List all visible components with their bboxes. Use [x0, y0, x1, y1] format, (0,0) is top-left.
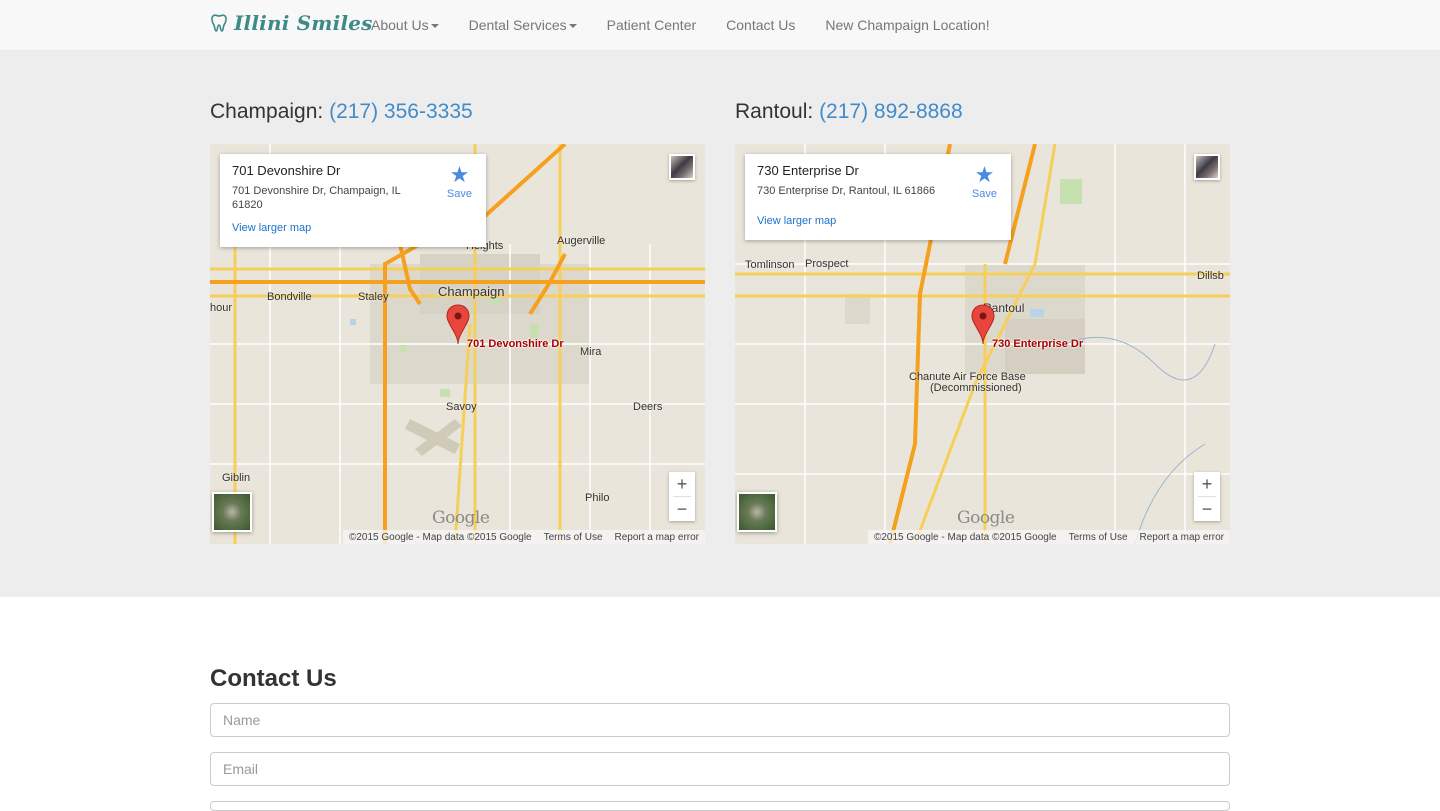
nav-new-location[interactable]: New Champaign Location!	[810, 0, 1004, 50]
street-view-image	[1196, 156, 1218, 178]
google-logo: Google	[432, 508, 490, 528]
map-town-label: Bondville	[267, 291, 312, 303]
map-marker-label: 701 Devonshire Dr	[467, 338, 564, 350]
star-icon: ★	[974, 162, 995, 187]
map-town-label: Prospect	[805, 258, 849, 270]
brand-logo[interactable]: Illini Smiles	[210, 11, 373, 35]
map-copyright: ©2015 Google - Map data ©2015 Google	[348, 531, 532, 543]
map-copyright: ©2015 Google - Map data ©2015 Google	[873, 531, 1057, 543]
champaign-info-card: 701 Devonshire Dr 701 Devonshire Dr, Cha…	[220, 154, 486, 247]
rantoul-info-card: 730 Enterprise Dr 730 Enterprise Dr, Ran…	[745, 154, 1011, 240]
map-marker-label: 730 Enterprise Dr	[992, 338, 1084, 350]
star-icon: ★	[449, 162, 470, 187]
info-card-title: 701 Devonshire Dr	[232, 163, 341, 178]
tooth-icon	[211, 14, 227, 32]
nav-dental-services[interactable]: Dental Services	[454, 0, 592, 50]
street-view-thumbnail[interactable]	[1194, 154, 1220, 180]
navbar: Illini Smiles About Us Dental Services P…	[0, 0, 1440, 51]
nav-new-location-label: New Champaign Location!	[825, 17, 990, 33]
map-town-label: (Decommissioned)	[930, 382, 1022, 394]
save-button[interactable]: ★ Save	[971, 162, 997, 201]
info-card-title: 730 Enterprise Dr	[757, 163, 859, 178]
terms-of-use-link[interactable]: Terms of Use	[544, 532, 603, 543]
email-field[interactable]	[210, 752, 1230, 786]
info-card-address: 701 Devonshire Dr, Champaign, IL 61820	[232, 185, 401, 211]
report-map-error-link[interactable]: Report a map error	[615, 532, 699, 543]
satellite-toggle[interactable]	[737, 492, 777, 532]
message-field[interactable]	[210, 801, 1230, 811]
street-view-thumbnail[interactable]	[669, 154, 695, 180]
champaign-city-label: Champaign:	[210, 100, 324, 123]
nav-patient-center[interactable]: Patient Center	[592, 0, 712, 50]
caret-down-icon	[430, 24, 439, 29]
map-town-label: Augerville	[557, 235, 606, 247]
map-town-label: hour	[210, 302, 233, 314]
nav-contact-us-label: Contact Us	[726, 17, 796, 33]
nav-contact-us[interactable]: Contact Us	[711, 0, 810, 50]
nav-dental-services-label: Dental Services	[468, 17, 567, 33]
contact-title: Contact Us	[210, 665, 337, 692]
champaign-map[interactable]: Champaign Augerville Bondville Staley Mi…	[210, 144, 705, 544]
map-footer: ©2015 Google - Map data ©2015 Google Ter…	[867, 530, 1230, 544]
rantoul-city-label: Rantoul:	[735, 100, 814, 123]
info-card-address: 730 Enterprise Dr, Rantoul, IL 61866	[757, 185, 936, 197]
nav-about-us[interactable]: About Us	[356, 0, 454, 50]
rantoul-map[interactable]: Tomlinson Prospect Rantoul Dillsb Chanut…	[735, 144, 1230, 544]
map-town-label: Dillsb	[1197, 270, 1224, 282]
map-town-label: Champaign	[438, 284, 505, 299]
zoom-controls: + −	[669, 472, 695, 521]
map-town-label: Giblin	[222, 472, 251, 484]
brand-name: Illini Smiles	[234, 11, 373, 35]
google-logo: Google	[957, 508, 1015, 528]
satellite-toggle[interactable]	[212, 492, 252, 532]
save-button-label: Save	[446, 188, 472, 200]
terms-of-use-link[interactable]: Terms of Use	[1069, 532, 1128, 543]
rantoul-phone-link[interactable]: (217) 892-8868	[819, 100, 963, 123]
nav-patient-center-label: Patient Center	[606, 17, 697, 33]
map-footer: ©2015 Google - Map data ©2015 Google Ter…	[342, 530, 705, 544]
view-larger-map-link[interactable]: View larger map	[757, 215, 999, 227]
street-view-image	[671, 156, 693, 178]
rantoul-heading: Rantoul: (217) 892-8868	[735, 100, 963, 124]
main-nav: About Us Dental Services Patient Center …	[356, 0, 1005, 50]
champaign-phone-link[interactable]: (217) 356-3335	[329, 100, 473, 123]
zoom-out-button[interactable]: −	[669, 497, 695, 521]
name-field[interactable]	[210, 703, 1230, 737]
map-town-label: Deers	[633, 401, 663, 413]
zoom-controls: + −	[1194, 472, 1220, 521]
zoom-in-button[interactable]: +	[1194, 472, 1220, 496]
view-larger-map-link[interactable]: View larger map	[232, 222, 474, 234]
save-button[interactable]: ★ Save	[446, 162, 472, 201]
report-map-error-link[interactable]: Report a map error	[1140, 532, 1224, 543]
map-town-label: Mira	[580, 346, 602, 358]
nav-about-us-label: About Us	[371, 17, 429, 33]
map-town-label: Tomlinson	[745, 259, 795, 271]
locations-section: Champaign: (217) 356-3335 Champaign Auge…	[0, 51, 1440, 597]
save-button-label: Save	[971, 188, 997, 200]
zoom-in-button[interactable]: +	[669, 472, 695, 496]
map-town-label: Philo	[585, 492, 610, 504]
zoom-out-button[interactable]: −	[1194, 497, 1220, 521]
map-town-label: Staley	[358, 291, 389, 303]
map-town-label: Savoy	[446, 401, 477, 413]
caret-down-icon	[568, 24, 577, 29]
champaign-heading: Champaign: (217) 356-3335	[210, 100, 473, 124]
